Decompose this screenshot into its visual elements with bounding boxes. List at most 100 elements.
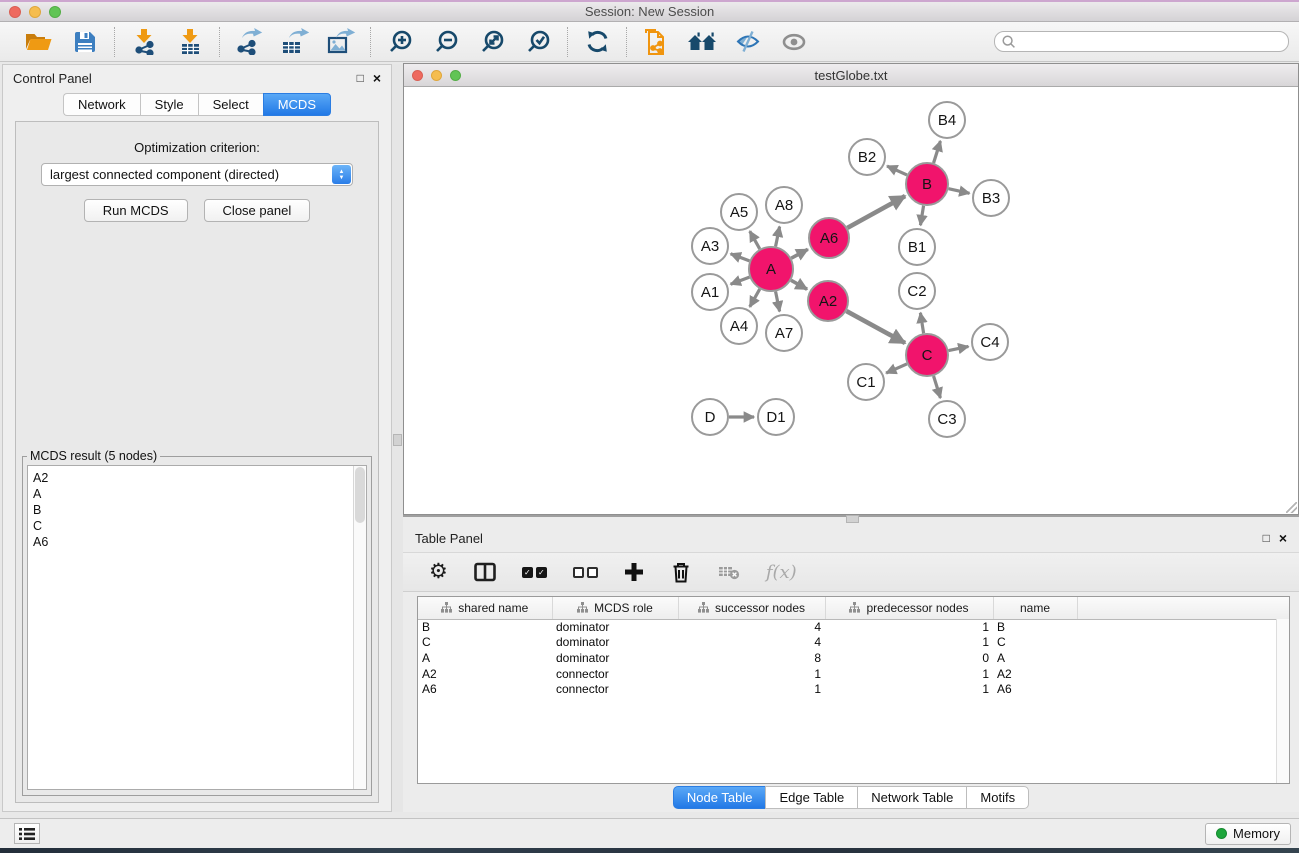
graph-node-A1[interactable]: A1 [692, 274, 728, 310]
column-header-predecessor-nodes[interactable]: predecessor nodes [825, 597, 993, 619]
task-history-button[interactable] [14, 823, 40, 844]
graph-node-C3[interactable]: C3 [929, 401, 965, 437]
add-icon[interactable] [624, 562, 644, 582]
column-header-MCDS-role[interactable]: MCDS role [552, 597, 678, 619]
column-header-successor-nodes[interactable]: successor nodes [678, 597, 825, 619]
memory-button[interactable]: Memory [1205, 823, 1291, 845]
hide-graphics-details-icon[interactable] [733, 28, 763, 56]
column-header-name[interactable]: name [993, 597, 1077, 619]
new-network-from-selection-icon[interactable] [641, 28, 671, 56]
table-row[interactable]: Adominator80A [418, 650, 1289, 666]
float-panel-icon[interactable]: □ [357, 71, 364, 85]
tab-style[interactable]: Style [140, 93, 198, 116]
cell[interactable]: 1 [678, 681, 825, 697]
close-panel-icon[interactable]: × [373, 70, 381, 86]
show-graphics-details-icon[interactable] [779, 28, 809, 56]
list-item[interactable]: B [33, 502, 366, 518]
network-canvas[interactable]: B4B2BB3A5A8A6A3AB1A1A2C2A4A7C4CC1DD1C3 [404, 87, 1298, 514]
graph-node-B2[interactable]: B2 [849, 139, 885, 175]
graph-node-A[interactable]: A [749, 247, 793, 291]
graph-node-B4[interactable]: B4 [929, 102, 965, 138]
graph-node-B1[interactable]: B1 [899, 229, 935, 265]
cell[interactable]: B [993, 619, 1077, 635]
search-box[interactable] [994, 31, 1289, 52]
list-item[interactable]: A6 [33, 534, 366, 550]
cell[interactable]: A2 [993, 666, 1077, 682]
graph-node-B[interactable]: B [906, 163, 948, 205]
cell[interactable]: 1 [825, 666, 993, 682]
cell[interactable]: connector [552, 681, 678, 697]
cell[interactable]: 1 [825, 619, 993, 635]
cell[interactable]: C [418, 635, 552, 651]
delete-icon[interactable] [670, 561, 692, 583]
list-item[interactable]: A [33, 486, 366, 502]
cell[interactable]: A6 [993, 681, 1077, 697]
graph-node-C1[interactable]: C1 [848, 364, 884, 400]
cell[interactable]: dominator [552, 635, 678, 651]
apply-layout-icon[interactable] [582, 28, 612, 56]
export-network-icon[interactable] [234, 28, 264, 56]
graph-node-A7[interactable]: A7 [766, 315, 802, 351]
optimization-criterion-select[interactable]: largest connected component (directed) ▲… [41, 163, 353, 186]
table-scrollbar[interactable] [1276, 619, 1289, 783]
cell[interactable]: 4 [678, 635, 825, 651]
graph-node-A8[interactable]: A8 [766, 187, 802, 223]
cell[interactable]: 1 [825, 681, 993, 697]
cell[interactable]: 8 [678, 650, 825, 666]
node-table[interactable]: shared nameMCDS rolesuccessor nodesprede… [417, 596, 1290, 784]
cell[interactable]: B [418, 619, 552, 635]
vertical-split-divider[interactable] [392, 64, 403, 812]
graph-node-C4[interactable]: C4 [972, 324, 1008, 360]
network-window-titlebar[interactable]: testGlobe.txt [404, 64, 1298, 87]
deselect-all-icon[interactable] [573, 567, 598, 578]
list-item[interactable]: A2 [33, 470, 366, 486]
close-panel-button[interactable]: Close panel [204, 199, 311, 222]
graph-node-C2[interactable]: C2 [899, 273, 935, 309]
cell[interactable]: 1 [825, 635, 993, 651]
mcds-result-list[interactable]: A2ABCA6 [27, 465, 367, 790]
cell[interactable]: connector [552, 666, 678, 682]
cell[interactable]: A [418, 650, 552, 666]
graph-node-C[interactable]: C [906, 334, 948, 376]
zoom-in-icon[interactable] [385, 28, 415, 56]
cell[interactable]: dominator [552, 619, 678, 635]
table-row[interactable]: A6connector11A6 [418, 681, 1289, 697]
table-row[interactable]: A2connector11A2 [418, 666, 1289, 682]
graph-node-B3[interactable]: B3 [973, 180, 1009, 216]
column-view-icon[interactable] [474, 562, 496, 582]
tab-motifs[interactable]: Motifs [966, 786, 1029, 809]
open-session-icon[interactable] [24, 28, 54, 56]
cell[interactable]: dominator [552, 650, 678, 666]
first-neighbors-icon[interactable] [687, 28, 717, 56]
cell[interactable]: 4 [678, 619, 825, 635]
cell[interactable]: C [993, 635, 1077, 651]
resize-grip-icon[interactable] [1286, 502, 1297, 513]
tab-network-table[interactable]: Network Table [857, 786, 966, 809]
graph-node-D[interactable]: D [692, 399, 728, 435]
graph-node-A2[interactable]: A2 [808, 281, 848, 321]
run-mcds-button[interactable]: Run MCDS [84, 199, 188, 222]
select-all-icon[interactable]: ✓✓ [522, 567, 547, 578]
zoom-selected-icon[interactable] [523, 28, 553, 56]
tab-select[interactable]: Select [198, 93, 263, 116]
divider-handle[interactable] [393, 434, 402, 446]
cell[interactable]: 0 [825, 650, 993, 666]
graph-node-A6[interactable]: A6 [809, 218, 849, 258]
cell[interactable]: A6 [418, 681, 552, 697]
zoom-fit-icon[interactable] [477, 28, 507, 56]
import-table-icon[interactable] [175, 28, 205, 56]
export-table-icon[interactable] [280, 28, 310, 56]
table-row[interactable]: Cdominator41C [418, 635, 1289, 651]
table-row[interactable]: Bdominator41B [418, 619, 1289, 635]
tab-edge-table[interactable]: Edge Table [765, 786, 857, 809]
graph-node-A4[interactable]: A4 [721, 308, 757, 344]
export-image-icon[interactable] [326, 28, 356, 56]
horizontal-split-divider[interactable] [403, 515, 1299, 526]
result-list-scrollbar[interactable] [353, 466, 366, 789]
float-panel-icon[interactable]: □ [1263, 531, 1270, 545]
network-graph[interactable]: B4B2BB3A5A8A6A3AB1A1A2C2A4A7C4CC1DD1C3 [404, 87, 1298, 514]
import-network-icon[interactable] [129, 28, 159, 56]
graph-node-D1[interactable]: D1 [758, 399, 794, 435]
graph-node-A5[interactable]: A5 [721, 194, 757, 230]
table-settings-gear-icon[interactable]: ⚙ [429, 562, 448, 582]
